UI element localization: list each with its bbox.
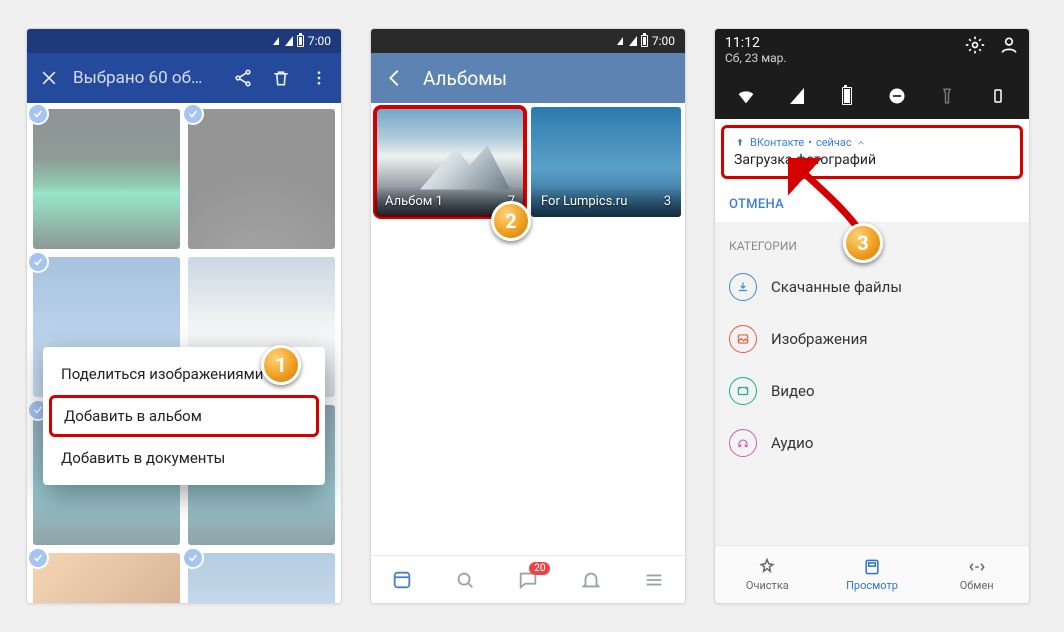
battery-icon [641, 35, 648, 47]
nav-feed[interactable] [371, 556, 434, 603]
albums-title: Альбомы [423, 67, 507, 90]
cell-icon [283, 36, 293, 46]
category-images[interactable]: Изображения [715, 313, 1029, 365]
callout-1: 1 [261, 345, 301, 385]
status-time: 11:12 [725, 35, 787, 51]
popup-add-to-docs[interactable]: Добавить в документы [43, 437, 325, 479]
category-label: Изображения [771, 330, 867, 348]
files-bottom-nav: Очистка Просмотр Обмен [715, 545, 1029, 603]
rotation-icon[interactable] [986, 84, 1010, 108]
quick-settings [715, 79, 1029, 119]
battery-icon[interactable] [835, 84, 859, 108]
album-item[interactable]: For Lumpics.ru 3 [531, 107, 681, 217]
category-label: Аудио [771, 434, 813, 452]
category-label: Видео [771, 382, 815, 400]
category-audio[interactable]: Аудио [715, 417, 1029, 469]
nav-clean[interactable]: Очистка [715, 546, 820, 603]
phone-2-albums: 7:00 Альбомы Альбом 1 7 For Lumpics.ru 3 [370, 28, 686, 604]
video-icon [729, 377, 757, 405]
battery-icon [297, 35, 304, 47]
nav-label: Очистка [746, 579, 789, 592]
category-label: Скачанные файлы [771, 278, 902, 296]
nav-menu[interactable] [622, 556, 685, 603]
download-icon [729, 273, 757, 301]
notif-title: Загрузка фотографий [734, 152, 876, 168]
flashlight-icon[interactable] [935, 84, 959, 108]
phone-1-gallery-share: 7:00 Выбрано 60 об… [26, 28, 342, 604]
nav-messages[interactable]: 20 [497, 556, 560, 603]
nav-search[interactable] [434, 556, 497, 603]
nav-browse[interactable]: Просмотр [820, 546, 925, 603]
delete-icon[interactable] [267, 64, 295, 92]
album-count: 3 [664, 194, 671, 209]
nav-badge: 20 [529, 562, 550, 575]
upload-notification[interactable]: ВКонтакте • сейчас Загрузка фотографий [721, 125, 1023, 179]
close-button[interactable] [35, 64, 63, 92]
nav-share[interactable]: Обмен [924, 546, 1029, 603]
notif-time: сейчас [816, 136, 852, 149]
phone-3-notification: 11:12 Сб, 23 мар. ВКонтакте • сейчас [714, 28, 1030, 604]
cancel-button[interactable]: ОТМЕНА [715, 179, 1029, 223]
popup-add-to-album[interactable]: Добавить в альбом [49, 395, 319, 437]
bottom-nav: 20 [371, 555, 685, 603]
overflow-icon[interactable] [305, 64, 333, 92]
files-content: КАТЕГОРИИ Скачанные файлы Изображения Ви… [715, 223, 1029, 545]
nav-label: Просмотр [846, 579, 898, 592]
signal-icon [615, 37, 623, 45]
image-icon [729, 325, 757, 353]
cell-icon [627, 36, 637, 46]
user-icon[interactable] [999, 35, 1019, 58]
album-name: For Lumpics.ru [541, 194, 627, 209]
selection-toolbar: Выбрано 60 об… [27, 53, 341, 103]
share-icon[interactable] [229, 64, 257, 92]
cell-icon[interactable] [784, 84, 808, 108]
settings-icon[interactable] [965, 35, 985, 58]
notification-shade-header: 11:12 Сб, 23 мар. [715, 29, 1029, 79]
status-bar: 7:00 [371, 29, 685, 53]
albums-toolbar: Альбомы [371, 53, 685, 103]
status-time: 7:00 [308, 34, 331, 48]
category-downloads[interactable]: Скачанные файлы [715, 261, 1029, 313]
notif-app: ВКонтакте [750, 136, 804, 149]
blank-area [371, 217, 685, 555]
selection-title: Выбрано 60 об… [73, 68, 219, 88]
callout-3: 3 [843, 223, 883, 263]
nav-label: Обмен [960, 579, 994, 592]
status-date: Сб, 23 мар. [725, 51, 787, 65]
album-item[interactable]: Альбом 1 7 [375, 107, 525, 217]
status-bar: 7:00 [27, 29, 341, 53]
signal-icon [271, 37, 279, 45]
callout-2: 2 [491, 201, 531, 241]
nav-notifications[interactable] [559, 556, 622, 603]
album-name: Альбом 1 [385, 194, 443, 209]
category-video[interactable]: Видео [715, 365, 1029, 417]
audio-icon [729, 429, 757, 457]
wifi-icon[interactable] [734, 84, 758, 108]
back-button[interactable] [381, 64, 409, 92]
status-time: 7:00 [652, 34, 675, 48]
dnd-icon[interactable] [885, 84, 909, 108]
albums-grid: Альбом 1 7 For Lumpics.ru 3 [371, 103, 685, 217]
